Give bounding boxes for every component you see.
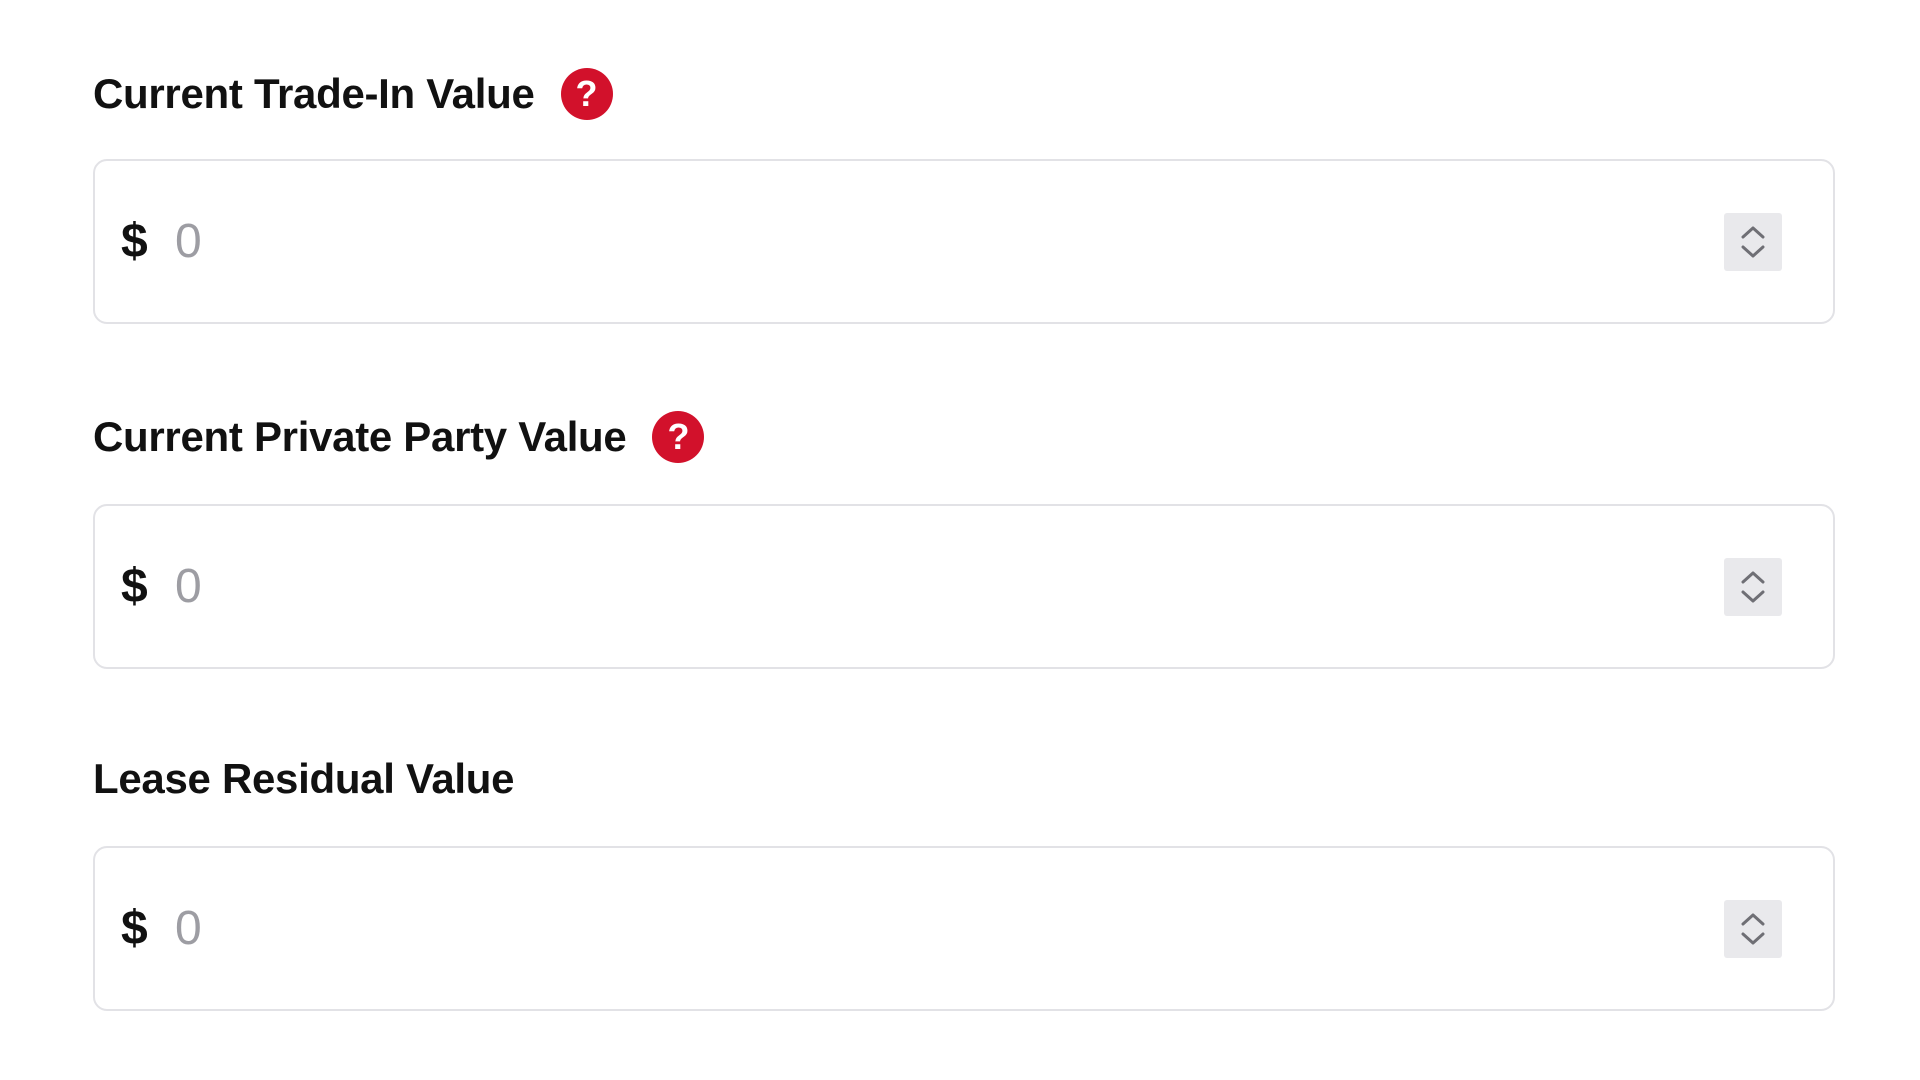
question-circle-icon[interactable]: ? <box>652 411 705 463</box>
trade-in-value-label-row: Current Trade-In Value ? <box>93 67 1837 121</box>
trade-in-value-input-box: $ <box>93 159 1835 324</box>
lease-residual-value-label-row: Lease Residual Value <box>93 752 1837 806</box>
private-party-value-input[interactable] <box>175 546 1724 627</box>
chevron-down-icon[interactable] <box>1739 931 1767 947</box>
trade-in-value-field: Current Trade-In Value ? $ <box>93 67 1837 324</box>
private-party-value-field: Current Private Party Value ? $ <box>93 410 1837 669</box>
currency-symbol: $ <box>121 215 148 268</box>
trade-in-value-stepper[interactable] <box>1724 212 1782 271</box>
chevron-up-icon[interactable] <box>1739 569 1767 585</box>
trade-in-value-input[interactable] <box>175 201 1724 282</box>
private-party-value-label-row: Current Private Party Value ? <box>93 410 1837 464</box>
private-party-value-input-box: $ <box>93 504 1835 669</box>
lease-residual-value-field: Lease Residual Value $ <box>93 752 1837 1011</box>
lease-residual-value-input[interactable] <box>175 888 1724 969</box>
lease-residual-value-label: Lease Residual Value <box>93 755 515 802</box>
private-party-value-label: Current Private Party Value <box>93 413 627 460</box>
chevron-up-icon[interactable] <box>1739 224 1767 240</box>
currency-symbol: $ <box>121 560 148 613</box>
question-circle-icon[interactable]: ? <box>560 68 613 120</box>
chevron-down-icon[interactable] <box>1739 589 1767 605</box>
lease-residual-value-stepper[interactable] <box>1724 899 1782 958</box>
private-party-value-stepper[interactable] <box>1724 557 1782 616</box>
trade-in-value-label: Current Trade-In Value <box>93 70 535 117</box>
lease-residual-value-input-box: $ <box>93 846 1835 1011</box>
chevron-down-icon[interactable] <box>1739 244 1767 260</box>
chevron-up-icon[interactable] <box>1739 911 1767 927</box>
currency-symbol: $ <box>121 902 148 955</box>
